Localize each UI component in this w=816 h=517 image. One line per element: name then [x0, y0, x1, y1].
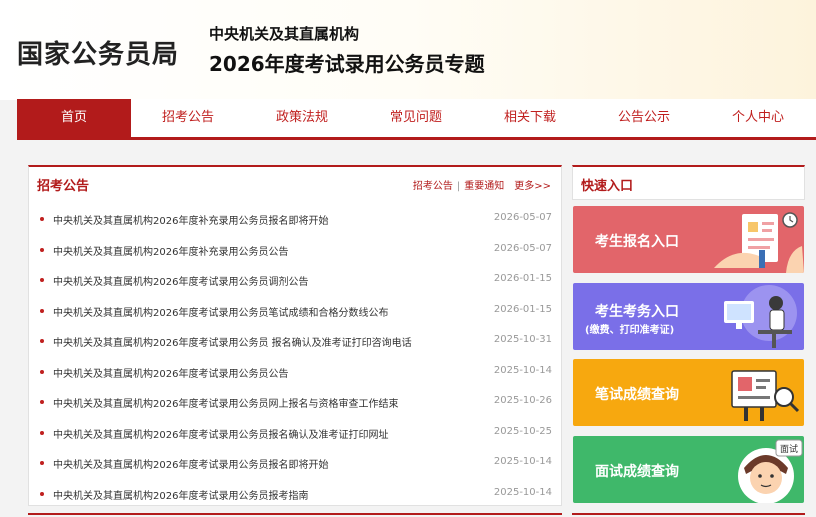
card-label: 面试成绩查询 [595, 464, 679, 480]
list-item-title[interactable]: 中央机关及其直属机构2026年度考试录用公务员网上报名与资格审查工作结束 [53, 395, 398, 410]
registration-form-icon [714, 212, 804, 273]
link-announcements[interactable]: 招考公告 [413, 181, 453, 192]
bullet-icon [40, 308, 44, 313]
list-item-date: 2025-10-14 [493, 456, 552, 467]
bullet-icon [40, 247, 44, 252]
card-label: 考生报名入口 [595, 234, 679, 250]
link-separator: | [456, 181, 461, 192]
nav-policies[interactable]: 政策法规 [245, 99, 359, 137]
main-nav: 首页 招考公告 政策法规 常见问题 相关下载 公告公示 个人中心 [17, 99, 816, 140]
panel-bottom-rule [572, 513, 805, 515]
bullet-icon [40, 461, 44, 465]
list-item-title[interactable]: 中央机关及其直属机构2026年度考试录用公务员 报名确认及准考证打印咨询电话 [53, 334, 412, 349]
nav-personal-center[interactable]: 个人中心 [701, 99, 815, 137]
list-item[interactable]: 中央机关及其直属机构2026年度考试录用公务员报名确认及准考证打印网址 2025-… [29, 419, 561, 450]
list-item[interactable]: 中央机关及其直属机构2026年度考试录用公务员笔试成绩和合格分数线公布 2026-… [29, 297, 561, 328]
nav-notices[interactable]: 公告公示 [587, 99, 701, 137]
list-item[interactable]: 中央机关及其直属机构2026年度补充录用公务员公告 2026-05-07 [29, 236, 561, 267]
list-item-date: 2025-10-14 [493, 486, 552, 498]
card-sublabel: (缴费、打印准考证) [585, 325, 675, 336]
list-item[interactable]: 中央机关及其直属机构2026年度考试录用公务员报考指南 2025-10-14 [29, 480, 561, 511]
announcement-list: 中央机关及其直属机构2026年度补充录用公务员报名即将开始 2026-05-07 … [29, 205, 561, 510]
list-item-title[interactable]: 中央机关及其直属机构2026年度考试录用公务员公告 [53, 365, 288, 380]
bullet-icon [40, 400, 44, 404]
nav-announcements[interactable]: 招考公告 [131, 99, 245, 137]
list-item[interactable]: 中央机关及其直属机构2026年度考试录用公务员 报名确认及准考证打印咨询电话 20… [29, 327, 561, 358]
list-item-date: 2025-10-14 [493, 364, 552, 376]
nav-faq[interactable]: 常见问题 [359, 99, 473, 137]
bullet-icon [40, 278, 44, 282]
list-item-date: 2025-10-31 [493, 334, 552, 345]
announcements-panel: 招考公告 招考公告 | 重要通知 更多>> 中央机关及其直属机构2026年度补充录用公… [28, 165, 562, 506]
candidate-registration-card[interactable]: 考生报名入口 [573, 206, 804, 273]
bullet-icon [40, 491, 44, 496]
list-item-date: 2025-10-26 [493, 395, 552, 406]
header-title: 2026年度考试录用公务员专题 [209, 52, 485, 76]
quick-entry-title: 快速入口 [581, 179, 634, 194]
header-subtitle: 中央机关及其直属机构 [209, 25, 360, 43]
list-item-title[interactable]: 中央机关及其直属机构2026年度考试录用公务员报考指南 [53, 487, 308, 502]
written-exam-score-card[interactable]: 笔试成绩查询 [573, 359, 804, 426]
list-item-date: 2025-10-25 [493, 425, 552, 437]
card-label: 笔试成绩查询 [595, 387, 679, 403]
bullet-icon [40, 217, 44, 221]
list-item-date: 2026-05-07 [493, 212, 552, 223]
nav-home[interactable]: 首页 [17, 99, 131, 137]
site-logo[interactable]: 国家公务员局 [17, 34, 179, 71]
quick-entry-header: 快速入口 [572, 165, 805, 200]
scoreboard-icon [731, 370, 800, 421]
header: 国家公务员局 中央机关及其直属机构 2026年度考试录用公务员专题 [0, 0, 816, 100]
card-label: 考生考务入口 [595, 304, 679, 320]
list-item-title[interactable]: 中央机关及其直属机构2026年度考试录用公务员报名即将开始 [53, 456, 328, 471]
list-item[interactable]: 中央机关及其直属机构2026年度考试录用公务员网上报名与资格审查工作结束 2025… [29, 388, 561, 419]
list-item-title[interactable]: 中央机关及其直属机构2026年度考试录用公务员笔试成绩和合格分数线公布 [53, 304, 388, 319]
list-item-date: 2026-05-07 [493, 242, 552, 254]
list-item[interactable]: 中央机关及其直属机构2026年度补充录用公务员报名即将开始 2026-05-07 [29, 205, 561, 236]
computer-desk-icon [724, 285, 797, 348]
announcements-title: 招考公告 [37, 179, 90, 194]
bullet-icon [40, 430, 44, 435]
more-link[interactable]: 更多>> [514, 181, 551, 192]
list-item-date: 2026-01-15 [493, 273, 552, 284]
list-item[interactable]: 中央机关及其直属机构2026年度考试录用公务员调剂公告 2026-01-15 [29, 266, 561, 297]
nav-downloads[interactable]: 相关下载 [473, 99, 587, 137]
list-item-date: 2026-01-15 [493, 303, 552, 315]
list-item-title[interactable]: 中央机关及其直属机构2026年度补充录用公务员报名即将开始 [53, 212, 328, 227]
list-item[interactable]: 中央机关及其直属机构2026年度考试录用公务员公告 2025-10-14 [29, 358, 561, 389]
link-important-notices[interactable]: 重要通知 [464, 181, 504, 192]
announcements-links: 招考公告 | 重要通知 更多>> [413, 177, 551, 192]
bullet-icon [40, 339, 44, 343]
candidate-exam-services-card[interactable]: 考生考务入口 (缴费、打印准考证) [573, 283, 804, 350]
list-item-title[interactable]: 中央机关及其直属机构2026年度补充录用公务员公告 [53, 243, 288, 258]
panel-bottom-rule [28, 513, 562, 515]
interview-score-card[interactable]: 面试成绩查询 面试 [573, 436, 804, 503]
list-item-title[interactable]: 中央机关及其直属机构2026年度考试录用公务员报名确认及准考证打印网址 [53, 426, 388, 441]
speech-bubble-text: 面试 [780, 443, 798, 455]
bullet-icon [40, 369, 44, 374]
list-item-title[interactable]: 中央机关及其直属机构2026年度考试录用公务员调剂公告 [53, 273, 308, 288]
list-item[interactable]: 中央机关及其直属机构2026年度考试录用公务员报名即将开始 2025-10-14 [29, 449, 561, 480]
interviewee-icon: 面试 [738, 439, 803, 503]
